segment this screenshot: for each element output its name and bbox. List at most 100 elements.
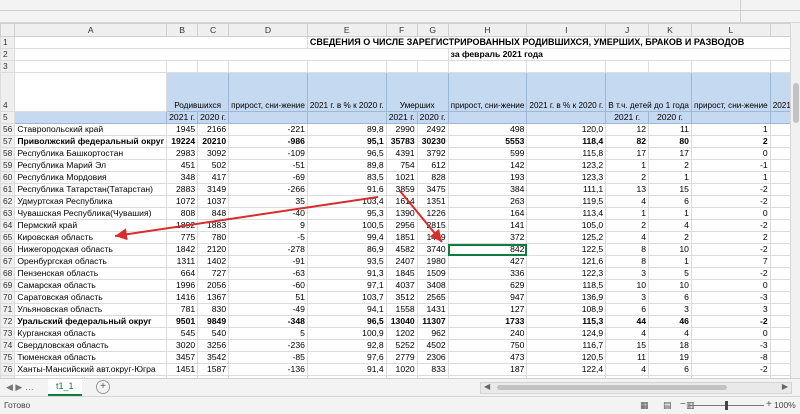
cell[interactable] bbox=[690, 60, 771, 73]
data-cell[interactable]: 92,8 bbox=[306, 339, 387, 352]
data-cell[interactable]: -2 bbox=[690, 315, 771, 328]
scroll-right-icon[interactable]: ▶ bbox=[782, 382, 788, 391]
data-cell[interactable]: 15 bbox=[605, 339, 650, 352]
year-header-2020[interactable]: 2020 г. bbox=[197, 111, 230, 124]
data-cell[interactable]: 0 bbox=[690, 207, 771, 220]
column-header-d[interactable]: D bbox=[228, 23, 308, 37]
data-cell[interactable]: 20210 bbox=[197, 135, 230, 148]
data-cell[interactable]: 82 bbox=[605, 135, 650, 148]
region-name[interactable]: Чувашская Республика(Чувашия) bbox=[14, 207, 168, 220]
data-cell[interactable]: 3542 bbox=[197, 351, 230, 364]
data-cell[interactable]: 833 bbox=[416, 363, 449, 376]
row-header[interactable]: 59 bbox=[0, 159, 16, 172]
data-cell[interactable]: -3 bbox=[690, 339, 771, 352]
data-cell[interactable]: 105,0 bbox=[526, 219, 607, 232]
data-cell[interactable]: -2 bbox=[690, 183, 771, 196]
data-cell[interactable]: 118,4 bbox=[526, 135, 607, 148]
data-cell[interactable]: 10 bbox=[648, 243, 692, 256]
region-name[interactable]: Свердловская область bbox=[14, 339, 168, 352]
sheet-tab[interactable]: t1_1 bbox=[48, 379, 82, 396]
data-cell[interactable]: 1021 bbox=[385, 171, 418, 184]
data-cell[interactable]: 123,2 bbox=[526, 159, 607, 172]
data-cell[interactable]: 46 bbox=[648, 315, 692, 328]
row-header[interactable]: 3 bbox=[0, 60, 16, 73]
data-cell[interactable]: 2 bbox=[605, 171, 650, 184]
data-cell[interactable]: 164 bbox=[447, 207, 528, 220]
cell-table[interactable]: ABCDEFGHIJKLMNOP1СВЕДЕНИЯ О ЧИСЛЕ ЗАРЕГИ… bbox=[0, 23, 790, 378]
data-cell[interactable]: 629 bbox=[447, 279, 528, 292]
data-cell[interactable]: 372 bbox=[447, 231, 528, 244]
data-cell[interactable]: -69 bbox=[228, 171, 308, 184]
data-cell[interactable]: 4391 bbox=[385, 147, 418, 160]
row-header[interactable]: 70 bbox=[0, 291, 16, 304]
data-cell[interactable]: 10 bbox=[605, 279, 650, 292]
column-header-i[interactable]: I bbox=[526, 23, 607, 37]
data-cell[interactable]: 1 bbox=[648, 207, 692, 220]
data-cell[interactable]: -40 bbox=[228, 207, 308, 220]
column-header-f[interactable]: F bbox=[385, 23, 418, 37]
data-cell[interactable]: 2407 bbox=[385, 255, 418, 268]
data-cell[interactable]: 50,0 bbox=[769, 159, 790, 172]
data-cell[interactable]: 727 bbox=[197, 267, 230, 280]
data-cell[interactable]: 3512 bbox=[385, 291, 418, 304]
data-cell[interactable]: 4582 bbox=[385, 243, 418, 256]
data-cell[interactable]: 9501 bbox=[166, 315, 199, 328]
data-cell[interactable]: 86,7 bbox=[769, 183, 790, 196]
row-header[interactable]: 60 bbox=[0, 171, 16, 184]
births-pct-header[interactable]: 2021 г. в % к 2020 г. bbox=[306, 72, 387, 112]
row-header[interactable]: 61 bbox=[0, 183, 16, 196]
data-cell[interactable]: 109,1 bbox=[769, 123, 790, 136]
data-cell[interactable]: 1945 bbox=[166, 123, 199, 136]
data-cell[interactable]: 100,0 bbox=[769, 279, 790, 292]
data-cell[interactable]: 15 bbox=[648, 183, 692, 196]
vertical-scroll-thumb[interactable] bbox=[793, 83, 799, 123]
scroll-left-icon[interactable]: ◀ bbox=[484, 382, 490, 391]
data-cell[interactable]: 1037 bbox=[197, 195, 230, 208]
cell[interactable] bbox=[447, 60, 528, 73]
data-cell[interactable]: 1996 bbox=[166, 279, 199, 292]
spreadsheet-grid[interactable]: ABCDEFGHIJKLMNOP1СВЕДЕНИЯ О ЧИСЛЕ ЗАРЕГИ… bbox=[0, 23, 790, 378]
data-cell[interactable]: 1451 bbox=[166, 363, 199, 376]
data-cell[interactable]: 1587 bbox=[197, 363, 230, 376]
data-cell[interactable]: 9849 bbox=[197, 315, 230, 328]
data-cell[interactable]: 664 bbox=[166, 267, 199, 280]
data-cell[interactable]: 781 bbox=[166, 303, 199, 316]
column-header-e[interactable]: E bbox=[306, 23, 387, 37]
cell[interactable] bbox=[228, 111, 308, 124]
report-subtitle[interactable]: за февраль 2021 года bbox=[447, 48, 790, 61]
row-header[interactable]: 4 bbox=[0, 72, 16, 112]
column-header-j[interactable]: J bbox=[605, 23, 650, 37]
data-cell[interactable]: 2956 bbox=[385, 219, 418, 232]
data-cell[interactable]: 142 bbox=[447, 159, 528, 172]
column-header-c[interactable]: C bbox=[197, 23, 230, 37]
data-cell[interactable]: 1416 bbox=[166, 291, 199, 304]
zoom-level[interactable]: 100% bbox=[774, 400, 796, 410]
row-header[interactable]: 57 bbox=[0, 135, 16, 148]
data-cell[interactable]: 2166 bbox=[197, 123, 230, 136]
data-cell[interactable]: 1202 bbox=[385, 327, 418, 340]
data-cell[interactable]: -986 bbox=[228, 135, 308, 148]
data-cell[interactable]: -63 bbox=[228, 267, 308, 280]
data-cell[interactable]: 200,0 bbox=[769, 303, 790, 316]
data-cell[interactable]: -51 bbox=[228, 159, 308, 172]
data-cell[interactable]: 1 bbox=[690, 171, 771, 184]
cell[interactable] bbox=[166, 60, 199, 73]
region-name[interactable]: Нижегородская область bbox=[14, 243, 168, 256]
data-cell[interactable]: 66,7 bbox=[769, 363, 790, 376]
data-cell[interactable]: 2 bbox=[690, 135, 771, 148]
data-cell[interactable]: -236 bbox=[228, 339, 308, 352]
data-cell[interactable]: 11 bbox=[648, 123, 692, 136]
data-cell[interactable]: 121,6 bbox=[526, 255, 607, 268]
data-cell[interactable]: 830 bbox=[197, 303, 230, 316]
infants-pct-header[interactable]: 2021 г. в % к 2020 г. bbox=[769, 72, 790, 112]
zoom-in-icon[interactable]: + bbox=[766, 399, 772, 410]
data-cell[interactable]: 100,0 bbox=[769, 327, 790, 340]
data-cell[interactable]: 3256 bbox=[197, 339, 230, 352]
data-cell[interactable]: 97,6 bbox=[306, 351, 387, 364]
data-cell[interactable]: 94,1 bbox=[306, 303, 387, 316]
data-cell[interactable]: 540 bbox=[197, 327, 230, 340]
data-cell[interactable]: 50,0 bbox=[769, 291, 790, 304]
region-name[interactable]: Курганская область bbox=[14, 327, 168, 340]
data-cell[interactable]: 193 bbox=[447, 171, 528, 184]
cell[interactable] bbox=[228, 60, 308, 73]
